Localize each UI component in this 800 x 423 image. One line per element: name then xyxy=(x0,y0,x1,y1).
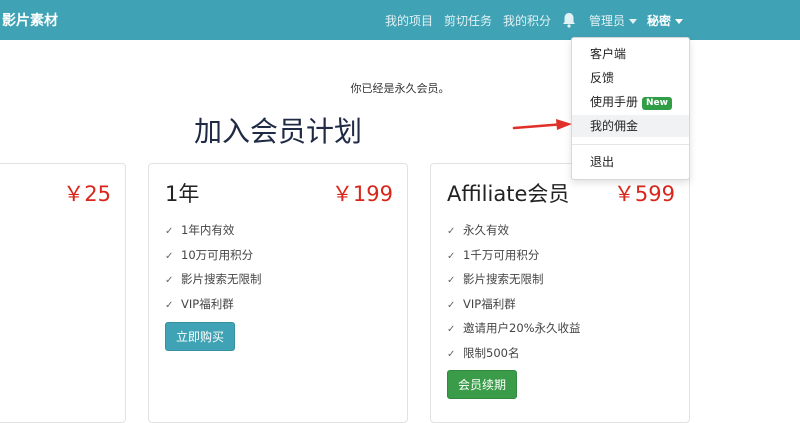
feature-text: 10万可用积分 xyxy=(181,247,254,262)
feature-text: VIP福利群 xyxy=(463,296,516,311)
page-title: 加入会员计划 xyxy=(193,115,362,148)
feature-item: ✓ 1年内有效 xyxy=(165,222,262,247)
menu-divider xyxy=(572,144,689,145)
check-icon: ✓ xyxy=(447,299,456,311)
check-icon: ✓ xyxy=(447,226,456,237)
feature-text: 永久有效 xyxy=(463,223,509,237)
menu-item-manual[interactable]: 使用手册 New xyxy=(572,91,689,113)
plan-name: 1年 xyxy=(165,182,200,206)
renew-membership-button[interactable]: 会员续期 xyxy=(447,370,518,399)
nav-cut-tasks[interactable]: 剪切任务 xyxy=(444,12,492,29)
new-badge: New xyxy=(642,97,672,110)
feature-item: ✓ 10万可用积分 xyxy=(165,247,262,272)
check-icon: ✓ xyxy=(447,324,456,335)
feature-item: ✓ VIP福利群 xyxy=(165,296,262,321)
feature-item: ✓ 永久有效 xyxy=(447,222,581,247)
feature-list: ✓ 1年内有效 ✓ 10万可用积分 ✓ 影片搜索无限制 ✓ VIP福利群 xyxy=(165,222,262,320)
check-icon: ✓ xyxy=(165,275,174,286)
menu-item-feedback[interactable]: 反馈 xyxy=(572,67,689,89)
plan-card-affiliate: Affiliate会员 ￥599 ✓ 永久有效 ✓ 1千万可用积分 ✓ 影片搜索无限制… xyxy=(430,163,690,423)
plan-card-partial: ￥25 xyxy=(0,163,126,423)
plan-price: ￥199 xyxy=(331,182,393,206)
buy-now-button[interactable]: 立即购买 xyxy=(165,322,236,351)
feature-text: 1年内有效 xyxy=(181,223,235,237)
feature-text: VIP福利群 xyxy=(181,296,234,311)
check-icon: ✓ xyxy=(165,299,174,311)
check-icon: ✓ xyxy=(447,250,456,262)
feature-text: 影片搜索无限制 xyxy=(181,272,262,286)
menu-item-label: 使用手册 xyxy=(590,95,639,109)
bell-icon[interactable] xyxy=(562,12,576,28)
feature-item: ✓ VIP福利群 xyxy=(447,296,581,321)
feature-text: 1千万可用积分 xyxy=(463,247,540,262)
check-icon: ✓ xyxy=(447,348,456,360)
plan-card-1year: 1年 ￥199 ✓ 1年内有效 ✓ 10万可用积分 ✓ 影片搜索无限制 ✓ VIP福利群… xyxy=(148,163,408,423)
feature-item: ✓ 邀请用户20%永久收益 xyxy=(447,320,581,345)
plan-price: ￥599 xyxy=(613,182,675,206)
user-dropdown-menu: 客户端 反馈 使用手册 New 我的佣金 退出 xyxy=(571,37,690,180)
top-navbar: 影片素材 我的项目 剪切任务 我的积分 管理员 秘密 xyxy=(0,0,800,40)
feature-text: 邀请用户20%永久收益 xyxy=(463,321,581,335)
feature-item: ✓ 限制500名 xyxy=(447,345,581,370)
nav-my-projects[interactable]: 我的项目 xyxy=(385,12,433,29)
feature-item: ✓ 影片搜索无限制 xyxy=(165,271,262,296)
menu-item-my-commission[interactable]: 我的佣金 xyxy=(572,115,689,137)
menu-item-logout[interactable]: 退出 xyxy=(572,151,689,173)
feature-text: 影片搜索无限制 xyxy=(463,272,544,286)
admin-menu-label: 管理员 xyxy=(589,14,626,28)
nav-my-points[interactable]: 我的积分 xyxy=(503,12,551,29)
admin-menu-toggle[interactable]: 管理员 xyxy=(589,12,638,29)
plan-name: Affiliate会员 xyxy=(447,182,570,206)
menu-item-client[interactable]: 客户端 xyxy=(572,43,689,65)
plan-price: ￥25 xyxy=(63,182,111,206)
red-arrow-icon xyxy=(512,119,572,130)
check-icon: ✓ xyxy=(165,226,174,237)
feature-item: ✓ 影片搜索无限制 xyxy=(447,271,581,296)
check-icon: ✓ xyxy=(165,250,174,262)
chevron-down-icon xyxy=(629,19,638,24)
brand-logo[interactable]: 影片素材 xyxy=(2,10,58,30)
feature-text: 限制500名 xyxy=(463,345,520,360)
user-menu-label: 秘密 xyxy=(647,14,672,28)
feature-item: ✓ 1千万可用积分 xyxy=(447,247,581,272)
check-icon: ✓ xyxy=(447,275,456,286)
feature-list: ✓ 永久有效 ✓ 1千万可用积分 ✓ 影片搜索无限制 ✓ VIP福利群 ✓ 邀请用户20%… xyxy=(447,222,581,369)
user-menu-toggle[interactable]: 秘密 xyxy=(647,12,684,29)
chevron-down-icon xyxy=(675,19,684,24)
